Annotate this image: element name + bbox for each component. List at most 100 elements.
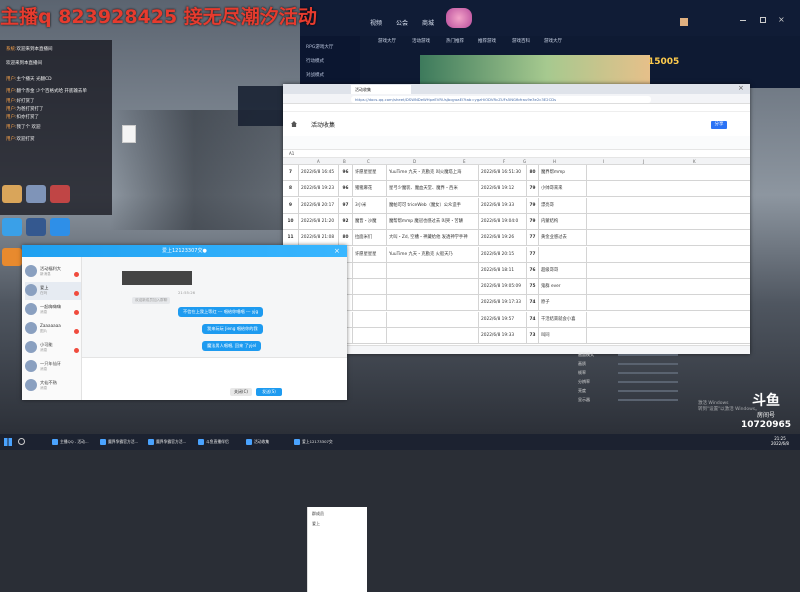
table-cell[interactable]: 叫同 — [539, 328, 587, 344]
table-cell[interactable]: 2022/6/8 19:12 — [479, 181, 527, 198]
table-cell[interactable] — [353, 279, 387, 296]
table-cell[interactable]: 79 — [527, 197, 539, 214]
table-cell[interactable]: 9 — [283, 197, 299, 214]
table-cell[interactable]: YuuTime 九天・克勤克 火船天乃 — [387, 246, 479, 263]
table-cell[interactable]: 2022/6/8 19:17:33 — [479, 295, 527, 312]
col-header[interactable]: E — [463, 159, 466, 164]
col-header[interactable]: G — [523, 159, 526, 164]
game-subtab-4[interactable]: 推荐游戏 — [478, 38, 496, 44]
contact-item[interactable]: 一起嗨嗨嗨 消息 — [25, 301, 81, 319]
table-cell[interactable]: 大叫・Zd, 空槽・神藏给他 发透神学手神 — [387, 230, 479, 247]
app-icon[interactable] — [50, 218, 70, 236]
contact-item[interactable]: 小可能 消息 — [25, 339, 81, 357]
pinned-image[interactable] — [122, 271, 192, 285]
table-cell[interactable]: 魔界帮mmp — [539, 165, 587, 181]
desktop-file-icon[interactable] — [122, 125, 136, 143]
table-cell[interactable]: 92 — [339, 213, 353, 230]
url-input[interactable]: https://docs.qq.com/sheet/DSWNDeWHpeEVRU… — [351, 96, 651, 103]
table-cell[interactable]: 许愿星星星 — [353, 165, 387, 181]
table-cell[interactable]: 超级哥哥 — [539, 262, 587, 279]
app-icon[interactable] — [2, 248, 22, 266]
table-cell[interactable]: 2022/6/8 19:05:09 — [479, 279, 527, 296]
game-subtab-2[interactable]: 活动游戏 — [412, 38, 430, 44]
table-cell[interactable]: 2022/6/8 19:04:0 — [479, 213, 527, 230]
table-cell[interactable] — [387, 279, 479, 296]
table-cell[interactable]: 74 — [527, 311, 539, 328]
user-avatar[interactable] — [680, 18, 688, 26]
game-side-action[interactable]: 行动模式 — [306, 58, 324, 64]
message-bubble[interactable]: 魔法男人唱唱, 回来 了yjel — [202, 341, 262, 351]
col-header[interactable]: A — [317, 159, 320, 164]
setting-slider[interactable] — [618, 354, 678, 356]
table-cell[interactable]: 2022/6/8 19:57 — [479, 311, 527, 328]
table-cell[interactable]: 80 — [339, 230, 353, 247]
table-cell[interactable]: 2022/6/8 19:23 — [299, 181, 339, 198]
table-cell[interactable]: 2022/6/8 18:11 — [479, 262, 527, 279]
table-cell[interactable]: 8 — [283, 181, 299, 198]
system-clock[interactable]: 21:25 2022/6/8 — [762, 436, 798, 446]
table-cell[interactable]: 10 — [283, 213, 299, 230]
contact-item[interactable]: 大仙不熟 消息 — [25, 377, 81, 395]
taskbar-item[interactable]: 魔界争霸官方活... — [146, 437, 186, 447]
table-cell[interactable]: 内蒙结构 — [539, 213, 587, 230]
table-cell[interactable] — [387, 295, 479, 312]
game-subtab-6[interactable]: 游戏大厅 — [544, 38, 562, 44]
setting-slider[interactable] — [618, 381, 678, 383]
search-icon[interactable] — [18, 438, 25, 445]
minimize-icon[interactable] — [740, 20, 746, 21]
start-button[interactable] — [4, 438, 12, 446]
table-cell[interactable]: 2022/6/8 16:45 — [299, 165, 339, 181]
table-cell[interactable]: 79 — [527, 181, 539, 198]
app-icon[interactable] — [26, 185, 46, 203]
table-cell[interactable]: 漂亮哥 — [539, 197, 587, 214]
table-cell[interactable]: 74 — [527, 295, 539, 312]
table-cell[interactable]: 80 — [527, 165, 539, 181]
taskbar-item[interactable]: 活动收集 — [244, 437, 269, 447]
close-icon[interactable]: × — [738, 84, 744, 92]
table-cell[interactable]: 79 — [527, 213, 539, 230]
setting-slider[interactable] — [618, 390, 678, 392]
close-button[interactable]: 关闭(C) — [230, 388, 252, 396]
table-cell[interactable]: 星弓少魔装、魔血天堂、魔界・西米 — [387, 181, 479, 198]
table-cell[interactable]: 11 — [283, 230, 299, 247]
message-bubble[interactable]: 我来玩玩 Jieng 唱给你的我 — [202, 324, 263, 334]
share-button[interactable]: 分享 — [711, 121, 727, 129]
table-cell[interactable]: 魔晋・沙魔 — [353, 213, 387, 230]
background-window[interactable] — [238, 86, 288, 126]
table-cell[interactable]: 96 — [339, 181, 353, 198]
taskbar-item[interactable]: 魔界争霸官方活... — [98, 437, 138, 447]
table-cell[interactable]: 黄金业感过去 — [539, 230, 587, 247]
table-cell[interactable]: 小帅哥来来 — [539, 181, 587, 198]
table-cell[interactable]: 猪猪麻花 — [353, 181, 387, 198]
table-cell[interactable]: 73 — [527, 328, 539, 344]
taskbar-item[interactable]: 爱上12173307交 — [292, 437, 333, 447]
contact-item[interactable]: Zaaaaaaa 图片 — [25, 320, 81, 338]
col-header[interactable]: K — [693, 159, 696, 164]
table-cell[interactable] — [353, 262, 387, 279]
table-cell[interactable]: 拉面米们 — [353, 230, 387, 247]
table-cell[interactable]: 2022/6/8 19:33 — [479, 328, 527, 344]
game-tab-shop[interactable]: 商城 — [422, 18, 434, 27]
game-side-battle[interactable]: 对战模式 — [306, 72, 324, 78]
contact-item[interactable]: 活动福利大 新消息 — [25, 263, 81, 281]
table-cell[interactable] — [539, 246, 587, 263]
table-cell[interactable]: 2022/6/8 19:33 — [479, 197, 527, 214]
game-tab-guild[interactable]: 公会 — [396, 18, 408, 27]
col-header[interactable]: F — [503, 159, 505, 164]
close-icon[interactable]: × — [778, 15, 785, 24]
game-side-rpg[interactable]: RPG游戏大厅 — [306, 44, 333, 50]
member-item[interactable]: 爱上 — [312, 521, 320, 527]
app-icon[interactable] — [26, 218, 46, 236]
table-cell[interactable]: 魔帮帮mmp 魔冠也感过去 叫哭・苦酬 — [387, 213, 479, 230]
send-button[interactable]: 发送(S) — [256, 388, 282, 396]
table-cell[interactable]: 3小米 — [353, 197, 387, 214]
col-header[interactable]: H — [553, 159, 556, 164]
table-cell[interactable]: 76 — [527, 262, 539, 279]
table-cell[interactable] — [387, 262, 479, 279]
table-cell[interactable]: 魔帕可可 triceWeb（魔女）公众造手 — [387, 197, 479, 214]
table-cell[interactable]: 2022/6/8 20:15 — [479, 246, 527, 263]
table-cell[interactable]: 原子 — [539, 295, 587, 312]
col-header[interactable]: I — [603, 159, 604, 164]
message-bubble[interactable]: 不信在上我上等红 --- 唱给你唱唱 --- yjg — [178, 307, 264, 317]
game-tab-video[interactable]: 视频 — [370, 18, 382, 27]
